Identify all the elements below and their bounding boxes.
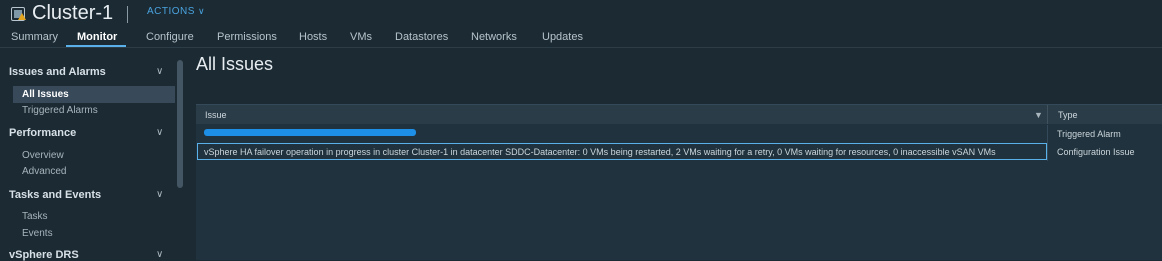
sidebar-item-advanced[interactable]: Advanced	[22, 166, 66, 177]
sidebar-group-vsphere-drs[interactable]: vSphere DRS ∨	[9, 249, 163, 261]
issues-table: Issue ▼ Type Triggered Alarm vSphere HA …	[196, 104, 1162, 260]
issue-cell: vSphere HA failover operation in progres…	[204, 147, 996, 157]
table-header: Issue ▼ Type	[196, 105, 1162, 124]
sidebar-item-events[interactable]: Events	[22, 228, 53, 239]
chevron-down-icon: ∨	[197, 6, 206, 16]
chevron-down-icon: ∨	[156, 127, 164, 138]
tab-permissions[interactable]: Permissions	[217, 31, 277, 43]
table-row[interactable]: vSphere HA failover operation in progres…	[196, 143, 1162, 161]
tab-vms[interactable]: VMs	[350, 31, 372, 43]
chevron-down-icon: ∨	[156, 189, 164, 200]
tab-networks[interactable]: Networks	[471, 31, 517, 43]
redacted-text	[204, 129, 416, 136]
filter-icon[interactable]: ▼	[1034, 110, 1043, 120]
sidebar-item-triggered-alarms[interactable]: Triggered Alarms	[22, 105, 98, 116]
sidebar-group-performance[interactable]: Performance ∨	[9, 127, 163, 139]
header-divider	[127, 6, 128, 23]
sidebar: Issues and Alarms ∨ All Issues Triggered …	[0, 48, 180, 261]
sidebar-item-all-issues[interactable]: All Issues	[13, 86, 175, 103]
sidebar-group-tasks-and-events[interactable]: Tasks and Events ∨	[9, 189, 163, 201]
cluster-warning-icon	[11, 7, 26, 21]
sidebar-group-issues-and-alarms[interactable]: Issues and Alarms ∨	[9, 66, 163, 78]
column-header-issue[interactable]: Issue	[205, 110, 227, 120]
page-header: Cluster-1 ACTIONS ∨ Summary Monitor Confi…	[0, 0, 1162, 48]
type-cell: Configuration Issue	[1057, 147, 1135, 157]
column-header-type[interactable]: Type	[1058, 110, 1078, 120]
sidebar-item-tasks[interactable]: Tasks	[22, 211, 48, 222]
type-cell: Triggered Alarm	[1057, 129, 1121, 139]
tab-configure[interactable]: Configure	[146, 31, 194, 43]
actions-menu-button[interactable]: ACTIONS ∨	[147, 6, 205, 17]
page-title: Cluster-1	[32, 2, 114, 24]
tab-updates[interactable]: Updates	[542, 31, 583, 43]
chevron-down-icon: ∨	[156, 66, 164, 77]
table-row[interactable]: Triggered Alarm	[196, 125, 1162, 143]
tab-monitor[interactable]: Monitor	[77, 31, 117, 43]
sidebar-item-overview[interactable]: Overview	[22, 150, 64, 161]
sidebar-scrollbar[interactable]	[177, 60, 183, 188]
section-title: All Issues	[196, 54, 274, 74]
column-divider	[1047, 143, 1048, 161]
column-divider[interactable]	[1047, 105, 1048, 124]
chevron-down-icon: ∨	[156, 249, 164, 260]
tab-summary[interactable]: Summary	[11, 31, 58, 43]
tab-datastores[interactable]: Datastores	[395, 31, 448, 43]
tab-hosts[interactable]: Hosts	[299, 31, 327, 43]
column-divider	[1047, 125, 1048, 143]
